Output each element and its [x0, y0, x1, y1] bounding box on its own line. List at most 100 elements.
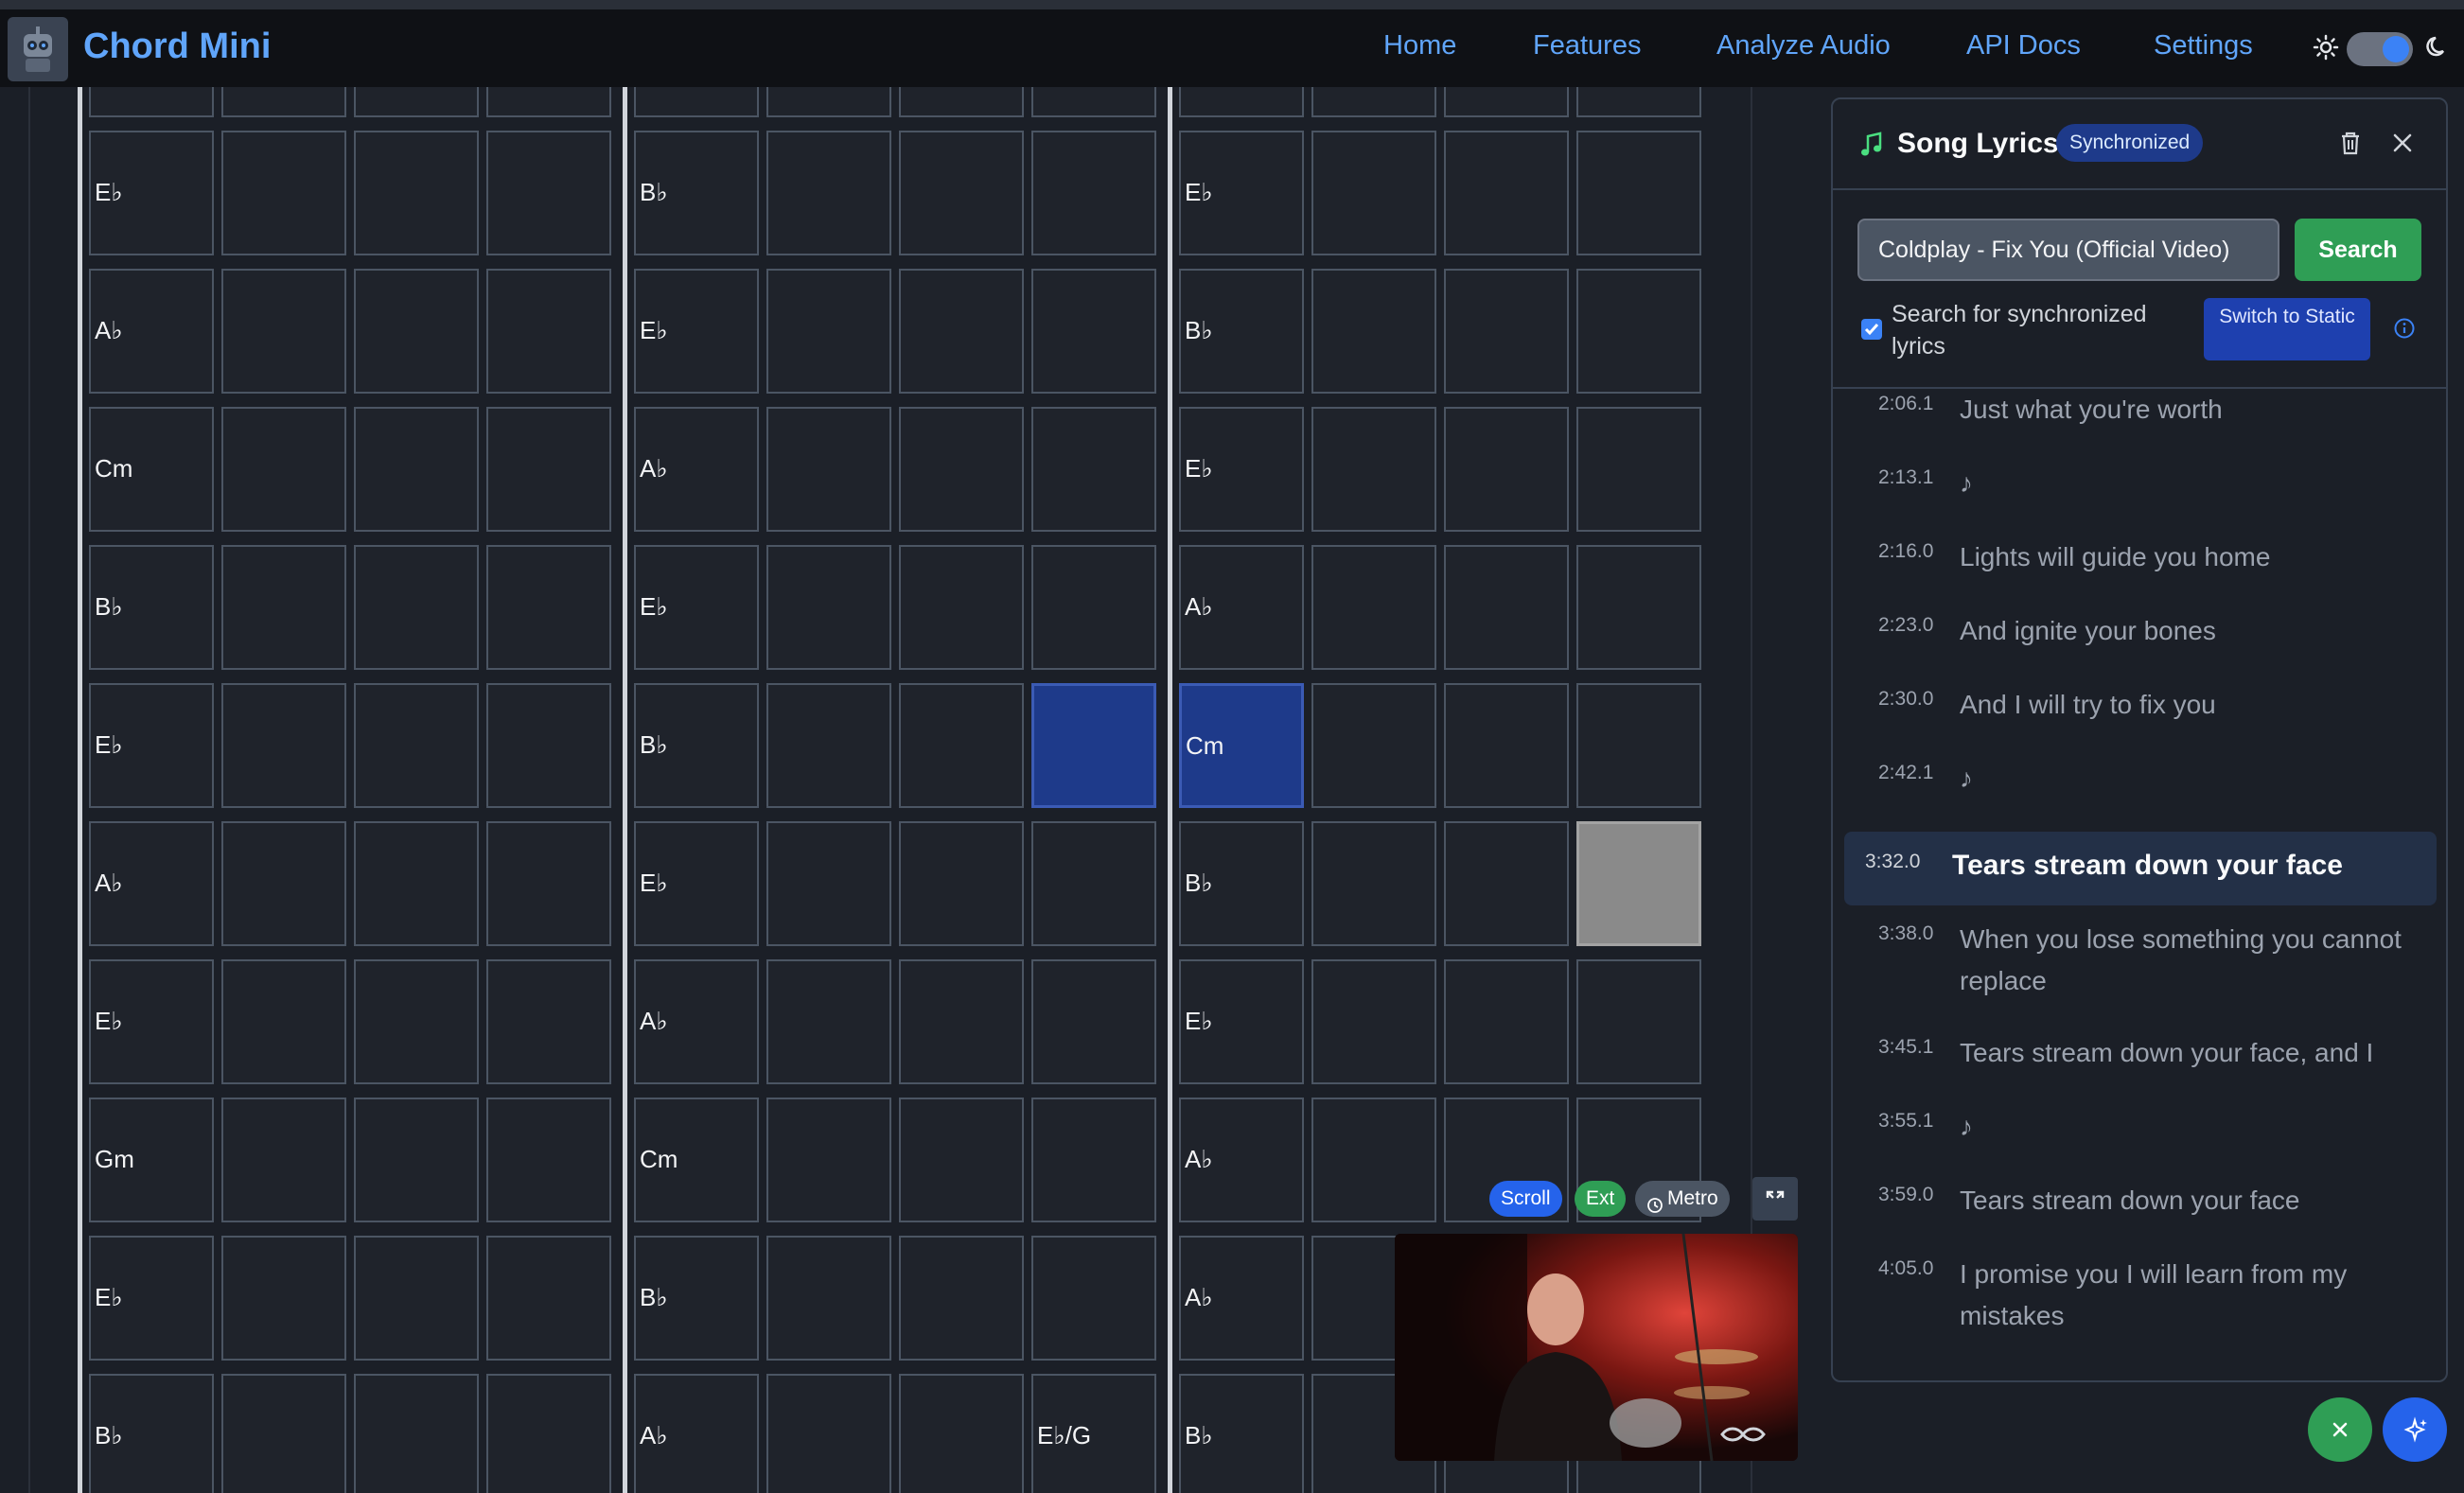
chord-cell[interactable]: [1444, 959, 1569, 1084]
lyric-line[interactable]: 3:45.1 Tears stream down your face, and I: [1844, 1036, 2437, 1093]
chord-cell[interactable]: [486, 131, 611, 255]
chord-cell[interactable]: [221, 1098, 346, 1222]
chord-cell[interactable]: [899, 87, 1024, 117]
chord-cell[interactable]: [1031, 1236, 1156, 1361]
chord-cell[interactable]: [766, 1098, 891, 1222]
chord-cell[interactable]: [1031, 87, 1156, 117]
nav-analyze-audio[interactable]: Analyze Audio: [1716, 30, 1891, 61]
nav-home[interactable]: Home: [1383, 30, 1456, 61]
chord-cell[interactable]: B♭: [89, 545, 214, 670]
chord-cell[interactable]: A♭: [1179, 1098, 1304, 1222]
chord-cell[interactable]: [899, 1374, 1024, 1493]
chord-cell[interactable]: [1031, 269, 1156, 394]
chord-cell[interactable]: [1576, 821, 1701, 946]
chord-cell[interactable]: [486, 1236, 611, 1361]
chord-cell[interactable]: [1444, 545, 1569, 670]
chord-cell[interactable]: [766, 131, 891, 255]
chord-cell[interactable]: B♭: [634, 683, 759, 808]
chord-cell[interactable]: [221, 407, 346, 532]
chord-cell[interactable]: [354, 407, 479, 532]
chord-cell[interactable]: Gm: [89, 1098, 214, 1222]
lyrics-search-input[interactable]: [1857, 219, 2279, 281]
chord-cell[interactable]: [1031, 821, 1156, 946]
chord-cell[interactable]: [486, 407, 611, 532]
chord-cell[interactable]: [354, 1098, 479, 1222]
chord-cell[interactable]: [354, 821, 479, 946]
chord-cell[interactable]: [221, 545, 346, 670]
switch-to-static-button[interactable]: Switch to Static: [2204, 298, 2370, 360]
chord-cell[interactable]: E♭: [89, 683, 214, 808]
chord-cell[interactable]: E♭: [634, 269, 759, 394]
chord-cell[interactable]: [766, 683, 891, 808]
metronome-button[interactable]: Metro: [1635, 1181, 1730, 1217]
lyric-line[interactable]: 4:05.0 I promise you I will learn from my…: [1844, 1257, 2437, 1352]
nav-settings[interactable]: Settings: [2154, 30, 2253, 61]
chord-cell[interactable]: B♭: [1179, 269, 1304, 394]
chord-cell[interactable]: [354, 959, 479, 1084]
chord-cell[interactable]: [1576, 683, 1701, 808]
chord-cell[interactable]: [221, 131, 346, 255]
chord-cell[interactable]: A♭: [89, 269, 214, 394]
chord-cell[interactable]: [1311, 269, 1436, 394]
chord-cell[interactable]: [486, 269, 611, 394]
chord-cell[interactable]: [354, 545, 479, 670]
chord-cell[interactable]: A♭: [634, 407, 759, 532]
chord-cell[interactable]: [1031, 959, 1156, 1084]
chord-cell[interactable]: [221, 821, 346, 946]
chord-cell[interactable]: E♭: [89, 1236, 214, 1361]
chord-cell[interactable]: [354, 87, 479, 117]
chord-cell[interactable]: [1311, 87, 1436, 117]
chord-cell[interactable]: [766, 269, 891, 394]
video-player[interactable]: [1395, 1234, 1798, 1461]
chord-cell[interactable]: [354, 1236, 479, 1361]
chord-cell[interactable]: [221, 1236, 346, 1361]
chord-cell[interactable]: [1311, 407, 1436, 532]
chord-cell[interactable]: [899, 683, 1024, 808]
chord-cell[interactable]: [221, 87, 346, 117]
chord-cell[interactable]: [1444, 269, 1569, 394]
chord-cell[interactable]: A♭: [1179, 1236, 1304, 1361]
chord-cell[interactable]: [1311, 545, 1436, 670]
chord-cell[interactable]: [486, 683, 611, 808]
lyric-line[interactable]: 2:13.1 ♪: [1844, 466, 2437, 523]
chord-cell[interactable]: [634, 87, 759, 117]
chord-cell[interactable]: [221, 683, 346, 808]
chord-cell[interactable]: E♭: [89, 959, 214, 1084]
chord-cell[interactable]: [1031, 1098, 1156, 1222]
chord-cell[interactable]: A♭: [634, 959, 759, 1084]
ext-toggle-button[interactable]: Ext: [1575, 1181, 1627, 1217]
chord-cell[interactable]: [899, 407, 1024, 532]
chord-cell[interactable]: [1444, 407, 1569, 532]
chord-cell[interactable]: [221, 1374, 346, 1493]
chord-cell[interactable]: [354, 269, 479, 394]
chord-cell[interactable]: A♭: [634, 1374, 759, 1493]
chord-cell[interactable]: E♭: [1179, 131, 1304, 255]
chord-cell[interactable]: [486, 821, 611, 946]
chord-cell[interactable]: [899, 131, 1024, 255]
chord-cell[interactable]: [1444, 683, 1569, 808]
lyric-line-current[interactable]: 3:32.0 Tears stream down your face: [1844, 832, 2437, 905]
robot-logo[interactable]: [8, 17, 68, 81]
chord-cell[interactable]: [1311, 959, 1436, 1084]
close-fab-button[interactable]: [2308, 1397, 2372, 1462]
lyric-line[interactable]: 2:23.0 And ignite your bones: [1844, 614, 2437, 671]
chord-cell[interactable]: [1179, 87, 1304, 117]
chord-cell[interactable]: [1031, 683, 1156, 808]
chord-cell[interactable]: [899, 269, 1024, 394]
ai-assistant-button[interactable]: [2383, 1397, 2447, 1462]
chord-cell[interactable]: [1311, 683, 1436, 808]
chord-cell[interactable]: [1576, 131, 1701, 255]
chord-cell[interactable]: [899, 545, 1024, 670]
chord-cell[interactable]: [766, 87, 891, 117]
chord-cell[interactable]: [766, 545, 891, 670]
chord-cell[interactable]: [766, 1236, 891, 1361]
chord-cell[interactable]: Cm: [89, 407, 214, 532]
chord-cell[interactable]: [766, 1374, 891, 1493]
chord-cell[interactable]: [354, 683, 479, 808]
chord-cell[interactable]: [1444, 87, 1569, 117]
app-title[interactable]: Chord Mini: [83, 26, 271, 67]
expand-icon[interactable]: [1752, 1177, 1798, 1221]
chord-cell[interactable]: [1576, 87, 1701, 117]
chord-cell[interactable]: [1444, 821, 1569, 946]
chord-cell[interactable]: [899, 821, 1024, 946]
